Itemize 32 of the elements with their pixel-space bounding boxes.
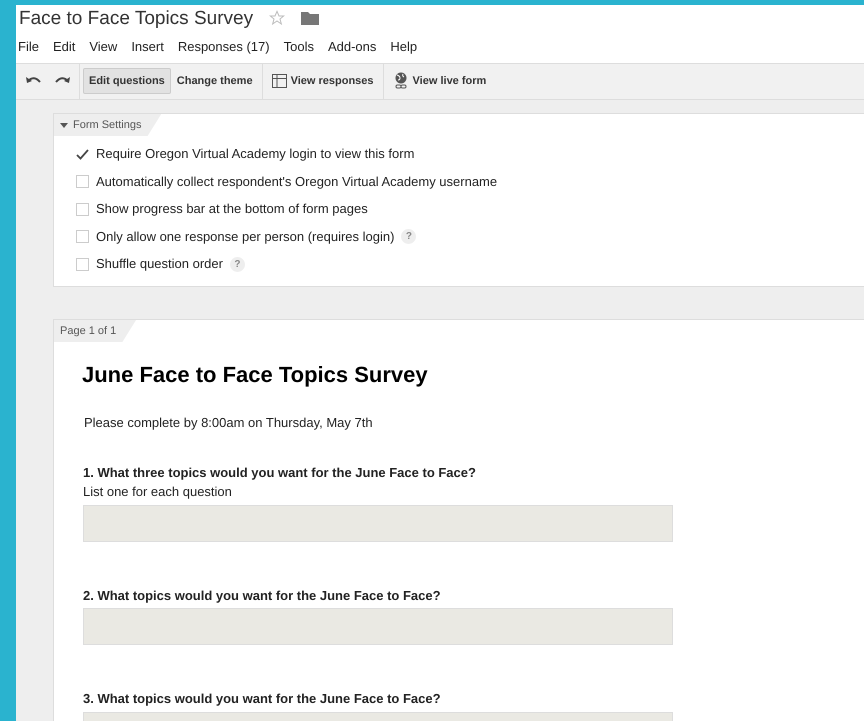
- question-title: 1. What three topics would you want for the June Face to Face?: [83, 464, 477, 482]
- caret-icon: [60, 122, 68, 128]
- option-label: Only allow one response per person (requires login): [96, 228, 394, 246]
- menu-item[interactable]: View: [89, 37, 118, 56]
- toolbar-button[interactable]: Edit questions: [83, 68, 171, 94]
- option-label: Show progress bar at the bottom of form pages: [96, 200, 368, 218]
- option-label: Shuffle question order: [96, 255, 223, 274]
- option-label: Require Oregon Virtual Academy login to view this form: [96, 145, 414, 164]
- toolbar-button[interactable]: Change theme: [170, 68, 259, 94]
- menu-item[interactable]: Add-ons: [328, 37, 376, 56]
- menu-item[interactable]: Responses (17): [178, 37, 270, 56]
- folder-icon[interactable]: [301, 11, 320, 25]
- question-title: 2. What topics would you want for the June Face to Face?: [83, 586, 442, 605]
- answer-field[interactable]: [83, 504, 673, 542]
- question-help-text: List one for each question: [83, 483, 233, 502]
- settings-toggle[interactable]: Form Settings: [54, 114, 162, 136]
- toolbar-button[interactable]: View responses: [266, 68, 380, 94]
- answer-field[interactable]: [83, 608, 673, 646]
- document-title: Face to Face Topics Survey: [18, 7, 254, 31]
- star-icon[interactable]: [269, 10, 286, 26]
- form-description: Please complete by 8:00am on Thursday, May 7th: [84, 414, 374, 432]
- toolbar-button[interactable]: View live form: [386, 67, 492, 95]
- menu-item[interactable]: Help: [390, 37, 418, 56]
- menu-item[interactable]: File: [18, 37, 39, 56]
- option-label: Automatically collect respondent's Oregon Virtual Academy username: [96, 172, 498, 191]
- menu-item[interactable]: Tools: [284, 37, 314, 56]
- question-title: 3. What topics would you want for the June Face to Face?: [83, 690, 442, 708]
- menu-item[interactable]: Edit: [52, 37, 76, 56]
- form-title: June Face to Face Topics Survey: [82, 361, 429, 390]
- menu-item[interactable]: Insert: [131, 37, 164, 56]
- globe-icon: [392, 72, 409, 90]
- table-icon: [272, 74, 287, 88]
